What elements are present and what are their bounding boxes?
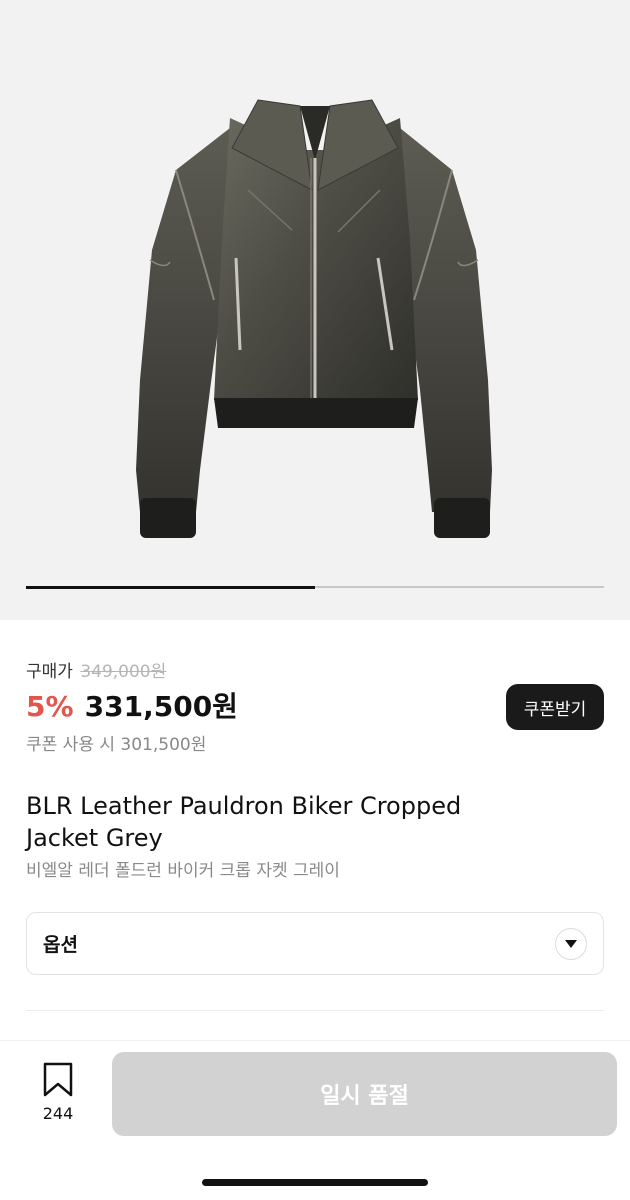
original-price-row: 구매가 349,000원	[26, 660, 606, 684]
product-gallery[interactable]	[0, 0, 630, 620]
purchase-label: 구매가	[26, 662, 73, 682]
bookmark-count: 244	[42, 1104, 74, 1123]
original-price: 349,000원	[80, 662, 167, 682]
discount-rate: 5%	[26, 690, 74, 723]
coupon-price-note: 쿠폰 사용 시 301,500원	[26, 735, 207, 755]
product-title-en: BLR Leather Pauldron Biker Cropped Jacke…	[26, 790, 586, 854]
bookmark-button[interactable]: 244	[34, 1062, 82, 1123]
gallery-progress-fill	[26, 585, 315, 589]
bookmark-icon	[42, 1062, 74, 1102]
option-select[interactable]: 옵션	[26, 912, 604, 975]
option-label: 옵션	[43, 934, 78, 956]
sale-price: 331,500원	[84, 690, 238, 723]
product-title-ko: 비엘알 레더 폴드런 바이커 크롭 자켓 그레이	[26, 861, 340, 881]
sold-out-button[interactable]: 일시 품절	[112, 1052, 617, 1136]
product-image	[136, 99, 492, 538]
product-title-en-line1: BLR Leather Pauldron Biker Cropped	[26, 792, 462, 820]
section-divider	[26, 1010, 604, 1011]
gallery-progress-track	[26, 585, 604, 589]
get-coupon-button[interactable]: 쿠폰받기	[506, 684, 604, 730]
home-indicator	[202, 1179, 428, 1186]
product-title-en-line2: Jacket Grey	[26, 824, 163, 852]
caret-down-icon[interactable]	[555, 927, 587, 960]
